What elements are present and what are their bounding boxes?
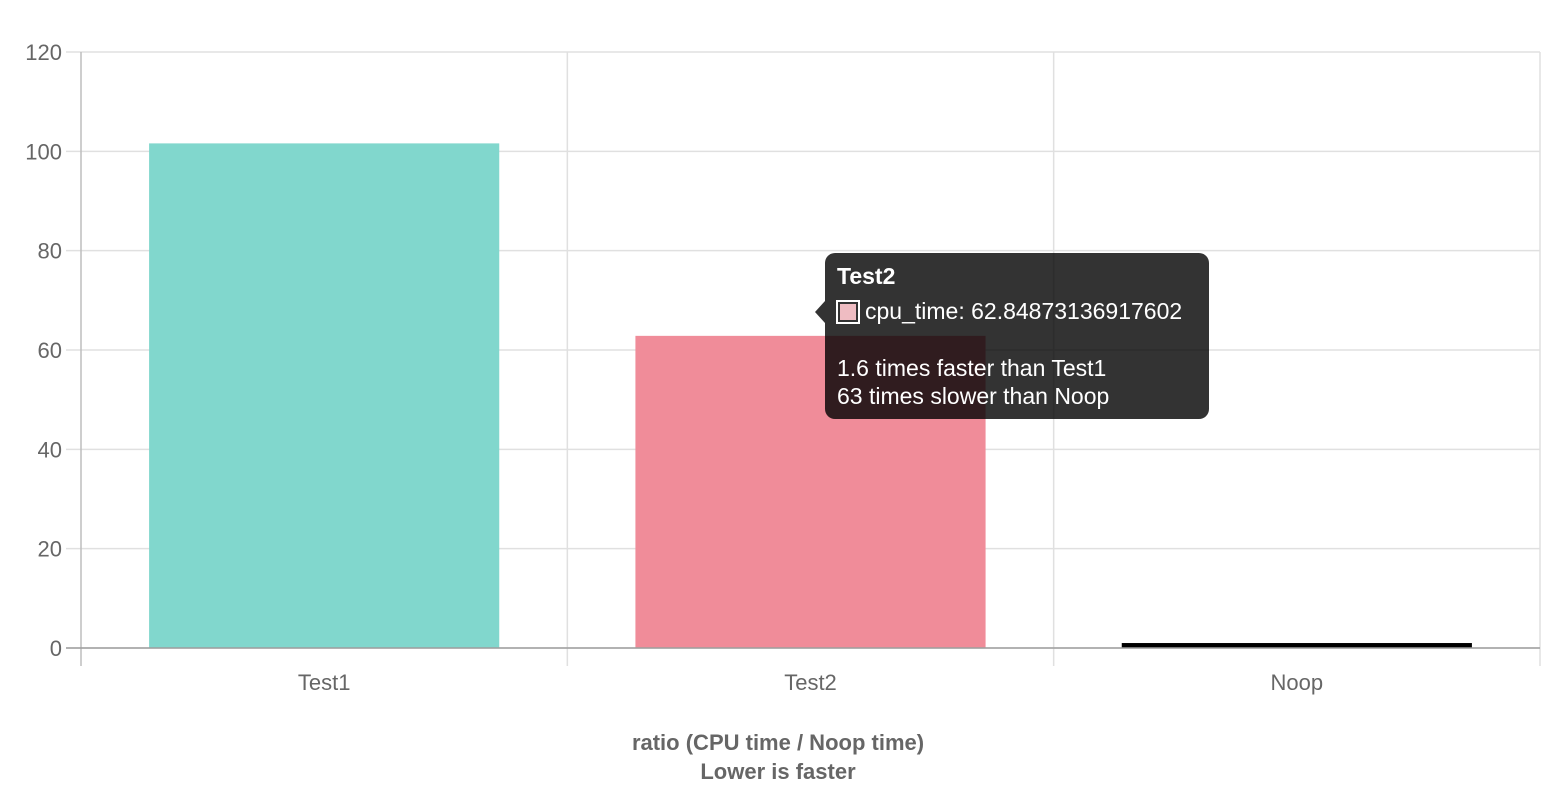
y-tick-label: 20 [38,537,62,562]
y-tick-label: 0 [50,636,62,661]
bar-tooltip: Test2 cpu_time: 62.84873136917602 1.6 ti… [815,253,1209,419]
x-tick-label: Test2 [784,670,837,695]
tooltip-color-swatch [836,300,860,324]
bars-group [149,143,1472,649]
y-tick-label: 120 [25,40,62,65]
y-tick-label: 100 [25,139,62,164]
y-tick-label: 80 [38,239,62,264]
tooltip-comparison-1: 1.6 times faster than Test1 [837,355,1107,381]
bar-chart: 0 20 40 60 80 100 120 Test1 Test2 Noop ratio (CP… [25,40,1541,784]
x-tick-label: Test1 [298,670,351,695]
tooltip-comparison-2: 63 times slower than Noop [837,383,1110,409]
x-axis-subtitle: Lower is faster [700,759,856,784]
x-tick-label: Noop [1271,670,1324,695]
y-tick-label: 60 [38,338,62,363]
x-axis-title: ratio (CPU time / Noop time) [632,730,924,755]
y-axis-ticks: 0 20 40 60 80 100 120 [25,40,62,661]
tooltip-value: cpu_time: 62.84873136917602 [865,298,1183,324]
tooltip-swatch-fill [840,304,856,320]
x-axis-ticks: Test1 Test2 Noop [298,670,1323,695]
bar-test1 [149,143,500,649]
y-tick-label: 40 [38,437,62,462]
tooltip-title: Test2 [837,263,896,289]
